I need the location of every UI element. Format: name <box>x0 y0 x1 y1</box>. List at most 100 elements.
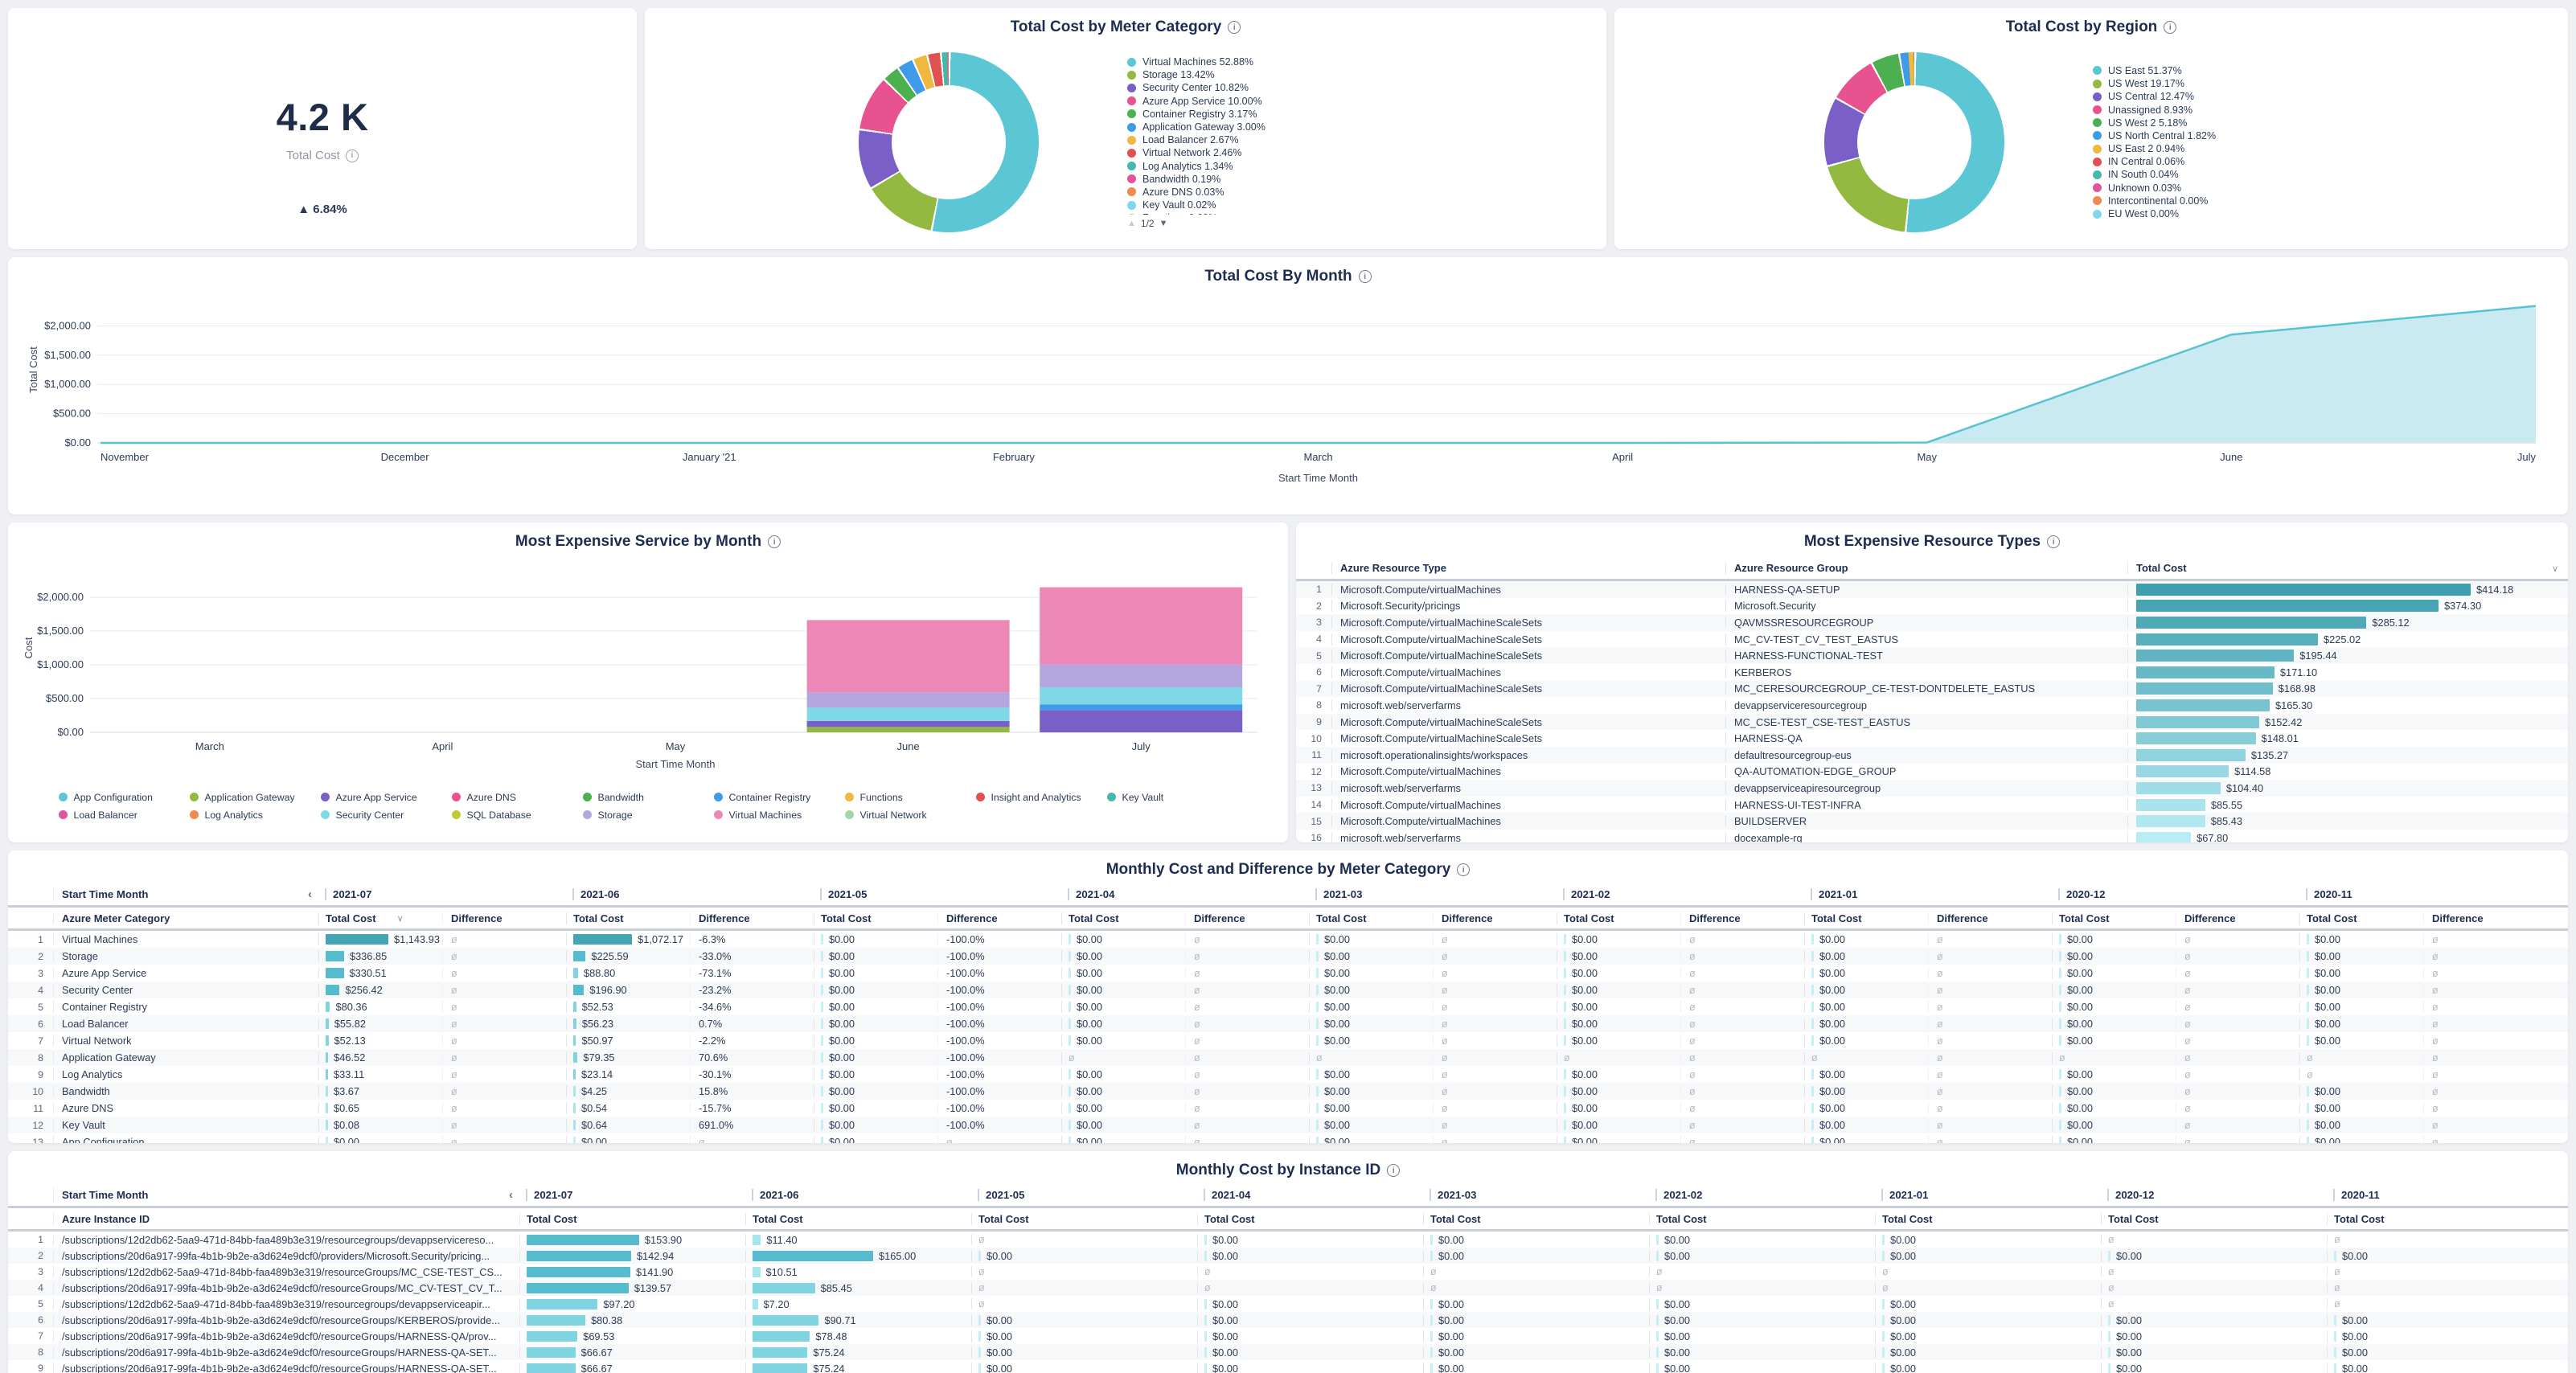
column-header-total-cost[interactable]: Total Cost <box>971 1213 1197 1225</box>
table-row[interactable]: 8/subscriptions/20d6a917-99fa-4b1b-9b2e-… <box>8 1344 2568 1360</box>
info-icon[interactable]: i <box>1457 863 1470 876</box>
legend-item[interactable]: IN Central 0.06% <box>2093 155 2358 168</box>
column-header-resource-group[interactable]: Azure Resource Group <box>1725 562 2127 574</box>
table-row[interactable]: 2Storage$336.85ø$225.59-33.0%$0.00-100.0… <box>8 948 2568 965</box>
sort-caret-icon[interactable]: ∨ <box>397 913 404 924</box>
legend-item[interactable]: Log Analytics <box>190 809 321 821</box>
legend-item[interactable]: App Configuration <box>59 791 190 803</box>
column-header-total-cost[interactable]: Total Cost <box>2127 562 2568 574</box>
legend-item[interactable]: Insight and Analytics <box>976 791 1107 803</box>
legend-item[interactable]: Bandwidth <box>583 791 714 803</box>
legend-item[interactable]: Functions <box>845 791 976 803</box>
table-row[interactable]: 16 microsoft.web/serverfarms docexample-… <box>1296 830 2568 842</box>
info-icon[interactable]: i <box>1387 1164 1400 1177</box>
column-header-total-cost[interactable]: Total Cost <box>1309 912 1433 924</box>
table-row[interactable]: 6 Microsoft.Compute/virtualMachines KERB… <box>1296 664 2568 681</box>
legend-item[interactable]: US Central 12.47% <box>2093 90 2358 103</box>
table-row[interactable]: 1Virtual Machines$1,143.93ø$1,072.17-6.3… <box>8 931 2568 948</box>
column-header-total-cost[interactable]: Total Cost <box>2052 912 2176 924</box>
table-row[interactable]: 2 Microsoft.Security/pricings Microsoft.… <box>1296 598 2568 615</box>
total-cost-by-month-area-chart[interactable]: $0.00$500.00$1,000.00$1,500.00$2,000.00N… <box>24 285 2552 501</box>
service-by-month-stacked-bar-chart[interactable]: $0.00$500.00$1,000.00$1,500.00$2,000.00M… <box>21 551 1272 785</box>
column-header-resource-type[interactable]: Azure Resource Type <box>1331 562 1725 574</box>
table-row[interactable]: 6/subscriptions/20d6a917-99fa-4b1b-9b2e-… <box>8 1312 2568 1328</box>
legend-item[interactable]: IN South 0.04% <box>2093 168 2358 181</box>
column-header-difference[interactable]: Difference <box>2423 912 2547 924</box>
collapse-chevron-icon[interactable]: ‹ <box>308 887 318 901</box>
legend-item[interactable]: US West 2 5.18% <box>2093 117 2358 129</box>
legend-item[interactable]: SQL Database <box>452 809 583 821</box>
info-icon[interactable]: i <box>1359 270 1372 283</box>
info-icon[interactable]: i <box>2047 535 2060 548</box>
column-header-total-cost[interactable]: Total Cost ∨ <box>318 912 442 924</box>
table-row[interactable]: 5/subscriptions/12d2db62-5aa9-471d-84bb-… <box>8 1296 2568 1312</box>
legend-item[interactable]: Azure App Service 10.00% <box>1127 95 1393 108</box>
table-row[interactable]: 7/subscriptions/20d6a917-99fa-4b1b-9b2e-… <box>8 1328 2568 1344</box>
legend-item[interactable]: Virtual Network 2.46% <box>1127 146 1393 159</box>
legend-item[interactable]: Functions 0.00% <box>1127 211 1393 215</box>
table-row[interactable]: 13App Configuration$0.00ø$0.00ø$0.00ø$0.… <box>8 1133 2568 1143</box>
table-row[interactable]: 4 Microsoft.Compute/virtualMachineScaleS… <box>1296 631 2568 648</box>
legend-item[interactable]: US North Central 1.82% <box>2093 129 2358 142</box>
legend-item[interactable]: Container Registry <box>714 791 845 803</box>
table-row[interactable]: 4/subscriptions/20d6a917-99fa-4b1b-9b2e-… <box>8 1280 2568 1296</box>
table-row[interactable]: 10Bandwidth$3.67ø$4.2515.8%$0.00-100.0%$… <box>8 1083 2568 1100</box>
column-header-total-cost[interactable]: Total Cost <box>1423 1213 1649 1225</box>
table-row[interactable]: 11Azure DNS$0.65ø$0.54-15.7%$0.00-100.0%… <box>8 1100 2568 1117</box>
legend-item[interactable]: Unknown 0.03% <box>2093 182 2358 195</box>
table-row[interactable]: 12 Microsoft.Compute/virtualMachines QA-… <box>1296 764 2568 781</box>
legend-item[interactable]: US East 2 0.94% <box>2093 142 2358 155</box>
table-row[interactable]: 8 microsoft.web/serverfarms devappservic… <box>1296 697 2568 714</box>
sort-caret-icon[interactable]: ∨ <box>2552 564 2558 574</box>
legend-item[interactable]: Application Gateway 3.00% <box>1127 121 1393 133</box>
table-row[interactable]: 8Application Gateway$46.52ø$79.3570.6%$0… <box>8 1049 2568 1066</box>
table-row[interactable]: 9/subscriptions/20d6a917-99fa-4b1b-9b2e-… <box>8 1360 2568 1373</box>
table-row[interactable]: 3 Microsoft.Compute/virtualMachineScaleS… <box>1296 614 2568 631</box>
column-header-total-cost[interactable]: Total Cost <box>1649 1213 1875 1225</box>
table-row[interactable]: 1 Microsoft.Compute/virtualMachines HARN… <box>1296 581 2568 598</box>
legend-item[interactable]: Application Gateway <box>190 791 321 803</box>
column-header-difference[interactable]: Difference <box>2176 912 2299 924</box>
legend-item[interactable]: Unassigned 8.93% <box>2093 103 2358 116</box>
table-row[interactable]: 4Security Center$256.42ø$196.90-23.2%$0.… <box>8 982 2568 998</box>
column-header-total-cost[interactable]: Total Cost <box>745 1213 971 1225</box>
table-row[interactable]: 3Azure App Service$330.51ø$88.80-73.1%$0… <box>8 965 2568 982</box>
column-header-meter-category[interactable]: Azure Meter Category <box>53 912 318 924</box>
table-row[interactable]: 11 microsoft.operationalinsights/workspa… <box>1296 747 2568 764</box>
info-icon[interactable]: i <box>768 535 781 548</box>
table-row[interactable]: 1/subscriptions/12d2db62-5aa9-471d-84bb-… <box>8 1232 2568 1248</box>
column-header-total-cost[interactable]: Total Cost <box>814 912 937 924</box>
column-header-difference[interactable]: Difference <box>1185 912 1309 924</box>
table-row[interactable]: 13 microsoft.web/serverfarms devappservi… <box>1296 780 2568 797</box>
legend-item[interactable]: Key Vault 0.02% <box>1127 199 1393 211</box>
info-icon[interactable]: i <box>346 150 359 162</box>
table-row[interactable]: 5Container Registry$80.36ø$52.53-34.6%$0… <box>8 998 2568 1015</box>
table-row[interactable]: 12Key Vault$0.08ø$0.64691.0%$0.00-100.0%… <box>8 1117 2568 1133</box>
table-row[interactable]: 9Log Analytics$33.11ø$23.14-30.1%$0.00-1… <box>8 1066 2568 1083</box>
legend-item[interactable]: Virtual Network <box>845 809 976 821</box>
legend-item[interactable]: Azure DNS 0.03% <box>1127 186 1393 199</box>
table-row[interactable]: 10 Microsoft.Compute/virtualMachineScale… <box>1296 730 2568 747</box>
legend-item[interactable]: Virtual Machines 52.88% <box>1127 55 1393 68</box>
table-row[interactable]: 7 Microsoft.Compute/virtualMachineScaleS… <box>1296 681 2568 698</box>
table-row[interactable]: 2/subscriptions/20d6a917-99fa-4b1b-9b2e-… <box>8 1248 2568 1264</box>
column-header-difference[interactable]: Difference <box>1928 912 2052 924</box>
legend-item[interactable]: US East 51.37% <box>2093 64 2358 77</box>
legend-item[interactable]: Storage <box>583 809 714 821</box>
column-header-total-cost[interactable]: Total Cost <box>2327 1213 2553 1225</box>
table-row[interactable]: 5 Microsoft.Compute/virtualMachineScaleS… <box>1296 647 2568 664</box>
table-row[interactable]: 3/subscriptions/12d2db62-5aa9-471d-84bb-… <box>8 1264 2568 1280</box>
table-row[interactable]: 14 Microsoft.Compute/virtualMachines HAR… <box>1296 797 2568 814</box>
legend-item[interactable]: Security Center <box>321 809 452 821</box>
table-row[interactable]: 7Virtual Network$52.13ø$50.97-2.2%$0.00-… <box>8 1032 2568 1049</box>
legend-item[interactable]: Security Center 10.82% <box>1127 81 1393 94</box>
column-header-total-cost[interactable]: Total Cost <box>2101 1213 2327 1225</box>
legend-item[interactable]: Load Balancer 2.67% <box>1127 133 1393 146</box>
legend-item[interactable]: Load Balancer <box>59 809 190 821</box>
column-header-difference[interactable]: Difference <box>1433 912 1557 924</box>
region-donut-chart[interactable] <box>1824 52 2004 232</box>
legend-item[interactable]: Bandwidth 0.19% <box>1127 173 1393 186</box>
legend-item[interactable]: Azure DNS <box>452 791 583 803</box>
column-header-total-cost[interactable]: Total Cost <box>1197 1213 1423 1225</box>
legend-item[interactable]: Key Vault <box>1107 791 1238 803</box>
